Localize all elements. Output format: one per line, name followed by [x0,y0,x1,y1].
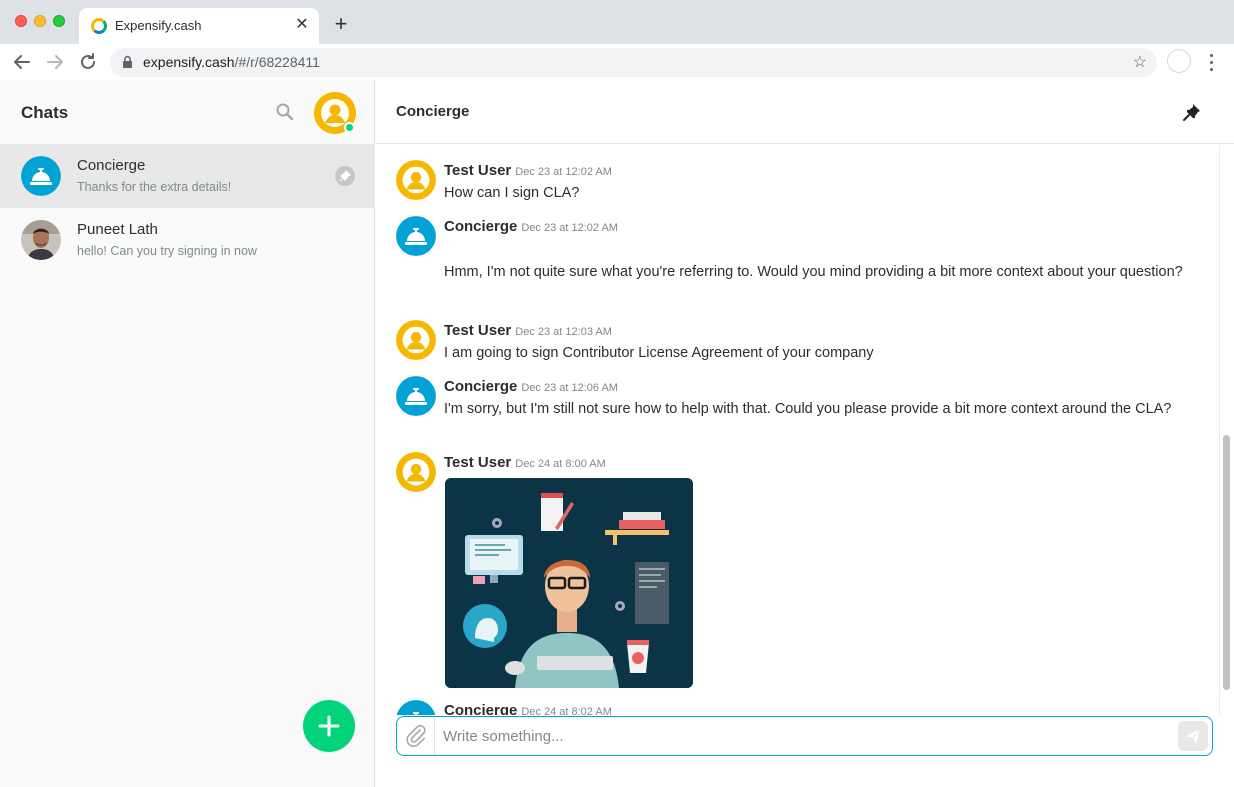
url-text: expensify.cash/#/r/68228411 [143,54,320,70]
browser-chrome: Expensify.cash ✕ + expensify.cash/#/r/68… [0,0,1234,80]
message-item: Test User Dec 23 at 12:03 AM I am going t… [396,320,1196,364]
message-item: Test User Dec 23 at 12:02 AM How can I si… [396,160,1196,204]
window-minimize-button[interactable] [34,15,46,27]
new-tab-button[interactable]: + [331,12,351,36]
chat-list-item-concierge[interactable]: Concierge Thanks for the extra details! [0,144,375,208]
concierge-avatar [21,156,61,196]
browser-menu-icon[interactable] [1204,50,1218,74]
window-close-button[interactable] [15,15,27,27]
message-author: Concierge Dec 24 at 8:02 AM [444,702,612,715]
chat-title: Concierge [396,103,470,120]
message-time: Dec 23 at 12:02 AM [521,222,618,234]
pin-icon[interactable] [1182,102,1202,122]
address-bar[interactable]: expensify.cash/#/r/68228411 ☆ [110,48,1157,77]
message-time: Dec 24 at 8:00 AM [515,458,606,470]
message-text: How can I sign CLA? [444,185,580,201]
scrollbar-thumb[interactable] [1223,435,1230,690]
chat-preview: hello! Can you try signing in now [77,244,257,258]
tab-close-icon[interactable]: ✕ [293,16,311,34]
concierge-avatar [396,216,436,256]
back-button[interactable] [10,50,34,74]
concierge-avatar [396,700,436,715]
lock-icon [123,55,132,68]
message-author: Test User Dec 23 at 12:02 AM [444,162,612,179]
window-zoom-button[interactable] [53,15,65,27]
message-composer [396,716,1213,756]
message-author: Test User Dec 23 at 12:03 AM [444,322,612,339]
puneet-lath-avatar [21,220,61,260]
message-item: Test User Dec 24 at 8:00 AM [396,452,1196,692]
message-time: Dec 23 at 12:02 AM [515,166,612,178]
message-author: Concierge Dec 23 at 12:02 AM [444,218,618,235]
tab-title: Expensify.cash [115,18,202,33]
message-list[interactable]: Test User Dec 23 at 12:02 AM How can I si… [376,145,1219,715]
message-time: Dec 24 at 8:02 AM [521,706,612,715]
forward-button[interactable] [43,50,67,74]
paperclip-icon[interactable] [397,717,435,755]
bell-icon [21,156,61,196]
browser-tab[interactable]: Expensify.cash ✕ [79,8,319,44]
sidebar-header: Chats [0,80,375,144]
send-icon[interactable] [1178,721,1208,751]
message-time: Dec 23 at 12:03 AM [515,326,612,338]
chat-list-item-puneet-lath[interactable]: Puneet Lath hello! Can you try signing i… [0,208,375,272]
reload-button[interactable] [76,50,100,74]
chat-name: Puneet Lath [77,221,158,238]
message-time: Dec 23 at 12:06 AM [521,382,618,394]
message-text: I'm sorry, but I'm still not sure how to… [444,401,1172,417]
star-icon[interactable]: ☆ [1133,52,1147,72]
user-avatar [396,452,436,492]
chat-name: Concierge [77,157,146,174]
message-author: Concierge Dec 23 at 12:06 AM [444,378,618,395]
search-icon[interactable] [275,102,295,122]
message-text: Hmm, I'm not quite sure what you're refe… [444,264,1183,280]
message-author: Test User Dec 24 at 8:00 AM [444,454,606,471]
pinned-badge-icon [335,166,355,186]
plus-icon [318,715,340,737]
message-image-attachment[interactable] [445,478,693,688]
concierge-avatar [396,376,436,416]
new-chat-plus-button[interactable] [303,700,355,752]
message-item: Concierge Dec 24 at 8:02 AM [396,700,1196,715]
chat-panel: Concierge Test User Dec 23 at 12:02 AM Ho… [376,80,1234,787]
user-avatar [396,160,436,200]
message-input[interactable] [443,726,1163,746]
browser-profile-button[interactable] [1167,49,1191,73]
browser-toolbar: expensify.cash/#/r/68228411 ☆ [0,44,1234,80]
online-status-dot [344,122,355,133]
chat-preview: Thanks for the extra details! [77,180,232,194]
user-avatar [396,320,436,360]
message-text: I am going to sign Contributor License A… [444,345,874,361]
expensify-favicon-icon [91,18,107,34]
chat-header: Concierge [376,80,1234,144]
message-item: Concierge Dec 23 at 12:06 AM I'm sorry, b… [396,376,1196,442]
message-item: Concierge Dec 23 at 12:02 AM Hmm, I'm not… [396,216,1196,296]
message-scrollbar[interactable] [1219,145,1233,715]
sidebar-title: Chats [21,103,69,122]
chat-sidebar: Chats Concierge Thanks for the extra det… [0,80,375,787]
